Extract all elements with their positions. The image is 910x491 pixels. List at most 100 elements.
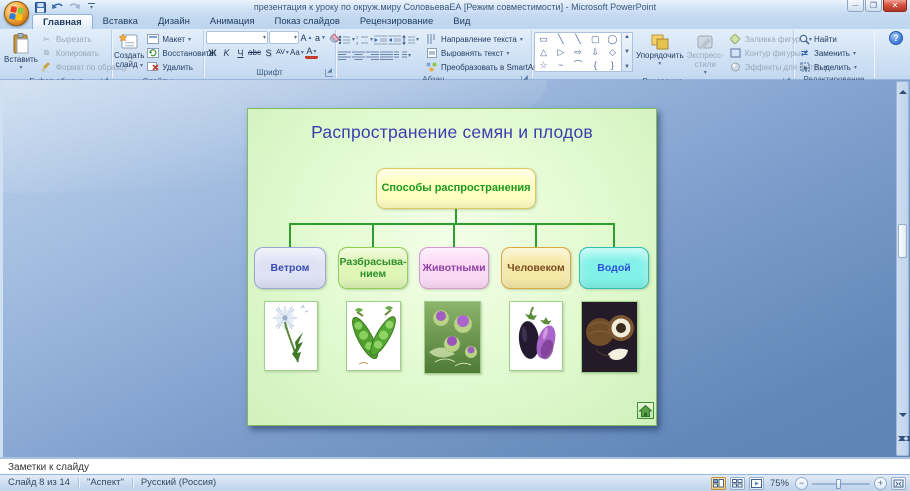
shape-icon[interactable]: ╲ (552, 33, 569, 46)
shape-icon[interactable]: △ (535, 46, 552, 59)
replace-button[interactable]: ⇄ Заменить▾ (796, 46, 858, 60)
zoom-slider-thumb[interactable] (836, 479, 841, 489)
image-dandelion[interactable] (264, 301, 318, 371)
zoom-out-button[interactable]: − (795, 477, 808, 490)
slide-title[interactable]: Распространение семян и плодов (248, 122, 656, 143)
tab-vid[interactable]: Вид (443, 14, 480, 29)
grow-font-button[interactable]: А▲ (300, 31, 313, 44)
columns-button[interactable]: ▾ (394, 49, 411, 62)
image-coconut[interactable] (581, 301, 638, 373)
text-shadow-button[interactable]: S (262, 46, 275, 59)
align-left-button[interactable] (338, 49, 351, 62)
diagram-box-chelovekom[interactable]: Человеком (501, 247, 571, 289)
image-burdock-flowers[interactable] (424, 301, 481, 374)
next-slide-button[interactable] (898, 440, 908, 453)
scroll-down-icon[interactable]: ▼ (624, 49, 630, 55)
zoom-in-button[interactable]: + (874, 477, 887, 490)
image-eggplants[interactable] (509, 301, 563, 371)
shape-icon[interactable]: ⇨ (569, 46, 586, 59)
shrink-font-button[interactable]: а▼ (314, 31, 327, 44)
tab-pokaz-slaidov[interactable]: Показ слайдов (265, 14, 350, 29)
arrange-button[interactable]: Упорядочить ▾ (636, 31, 684, 76)
vertical-scrollbar[interactable] (896, 81, 909, 456)
select-button[interactable]: Выделить▾ (796, 60, 859, 74)
shape-icon[interactable]: ⌒ (569, 59, 586, 72)
slide-sorter-view-button[interactable] (730, 477, 745, 490)
slide[interactable]: Распространение семян и плодов Способы р… (247, 108, 657, 426)
shape-icon[interactable]: ~ (552, 59, 569, 72)
slideshow-view-button[interactable] (749, 477, 764, 490)
diagram-box-vodoi[interactable]: Водой (579, 247, 649, 289)
theme-name[interactable]: "Аспект" (79, 477, 132, 488)
scroll-up-button[interactable] (898, 84, 907, 90)
tab-vstavka[interactable]: Вставка (93, 14, 148, 29)
help-button[interactable]: ? (889, 31, 903, 45)
text-direction-button[interactable]: Направление текста▾ (423, 32, 546, 46)
shapes-gallery-scroll[interactable]: ▲ ▼ ▼ (622, 32, 633, 72)
fit-to-window-button[interactable] (891, 477, 906, 490)
image-pea-pods[interactable] (346, 301, 401, 371)
increase-indent-button[interactable] (388, 33, 401, 46)
scrollbar-thumb[interactable] (898, 224, 907, 258)
qat-customize-button[interactable]: ▾ (85, 2, 98, 13)
paste-button[interactable]: Вставить ▾ (4, 31, 38, 76)
shape-icon[interactable]: ▢ (587, 33, 604, 46)
find-button[interactable]: Найти (796, 32, 839, 46)
convert-smartart-button[interactable]: Преобразовать в SmartArt▾ (423, 60, 546, 74)
close-button[interactable]: ✕ (883, 0, 907, 12)
minimize-button[interactable]: — (847, 0, 864, 12)
shape-icon[interactable]: ▷ (552, 46, 569, 59)
tab-animatsiya[interactable]: Анимация (200, 14, 265, 29)
bold-button[interactable]: Ж (206, 46, 219, 59)
bullets-button[interactable]: ▾ (338, 33, 355, 46)
shape-icon[interactable]: ╲ (569, 33, 586, 46)
diagram-box-zhivotnymi[interactable]: Животными (419, 247, 489, 289)
shapes-gallery[interactable]: ▭╲╲▢◯△▷⇨⇩◇☆~⌒{} (534, 32, 622, 72)
justify-button[interactable] (380, 49, 393, 62)
scroll-down-button[interactable] (898, 417, 907, 423)
language-indicator[interactable]: Русский (Россия) (133, 477, 224, 488)
undo-icon[interactable] (51, 2, 64, 13)
underline-button[interactable]: Ч (234, 46, 247, 59)
new-slide-button[interactable]: Создать слайд ▾ (114, 31, 144, 76)
shape-icon[interactable]: { (587, 59, 604, 72)
shape-icon[interactable]: ▭ (535, 33, 552, 46)
diagram-box-razbrasyvaniem[interactable]: Разбрасыва-нием (338, 247, 408, 289)
diagram-box-vetrom[interactable]: Ветром (254, 247, 326, 289)
normal-view-button[interactable] (711, 477, 726, 490)
office-button[interactable] (4, 1, 29, 26)
more-shapes-icon[interactable]: ▼ (624, 64, 630, 70)
shape-icon[interactable]: ⇩ (587, 46, 604, 59)
shape-icon[interactable]: ◇ (604, 46, 621, 59)
shape-icon[interactable]: ◯ (604, 33, 621, 46)
tab-glavnaya[interactable]: Главная (32, 14, 93, 29)
font-dialog-launcher-icon[interactable]: ◢ (325, 69, 333, 77)
tab-retsenzirovanie[interactable]: Рецензирование (350, 14, 443, 29)
numbering-button[interactable]: 12▾ (356, 33, 373, 46)
shape-icon[interactable]: ☆ (535, 59, 552, 72)
character-spacing-button[interactable]: AV▾ (276, 46, 289, 59)
redo-icon[interactable] (68, 2, 81, 13)
save-icon[interactable] (34, 2, 47, 13)
zoom-slider[interactable] (812, 477, 870, 490)
strikethrough-button[interactable]: abc (248, 46, 261, 59)
diagram-root-box[interactable]: Способы распространения (376, 168, 536, 209)
font-family-select[interactable]: ▾ (206, 31, 268, 44)
maximize-button[interactable]: ❐ (865, 0, 882, 12)
notes-pane[interactable]: Заметки к слайду (0, 457, 910, 474)
zoom-level[interactable]: 75% (768, 478, 791, 489)
font-size-select[interactable]: ▾ (269, 31, 299, 44)
line-spacing-button[interactable]: ▾ (402, 33, 419, 46)
align-text-button[interactable]: Выровнять текст▾ (423, 46, 546, 60)
scroll-up-icon[interactable]: ▲ (624, 34, 630, 40)
tab-dizain[interactable]: Дизайн (148, 14, 200, 29)
align-right-button[interactable] (366, 49, 379, 62)
home-action-button[interactable] (637, 402, 654, 419)
decrease-indent-button[interactable] (374, 33, 387, 46)
quick-styles-button[interactable]: Экспресс-стили ▾ (687, 31, 724, 76)
change-case-button[interactable]: Аа▾ (290, 46, 304, 59)
italic-button[interactable]: K (220, 46, 233, 59)
font-color-button[interactable]: А▾ (305, 47, 318, 59)
shape-icon[interactable]: } (604, 59, 621, 72)
align-center-button[interactable] (352, 49, 365, 62)
